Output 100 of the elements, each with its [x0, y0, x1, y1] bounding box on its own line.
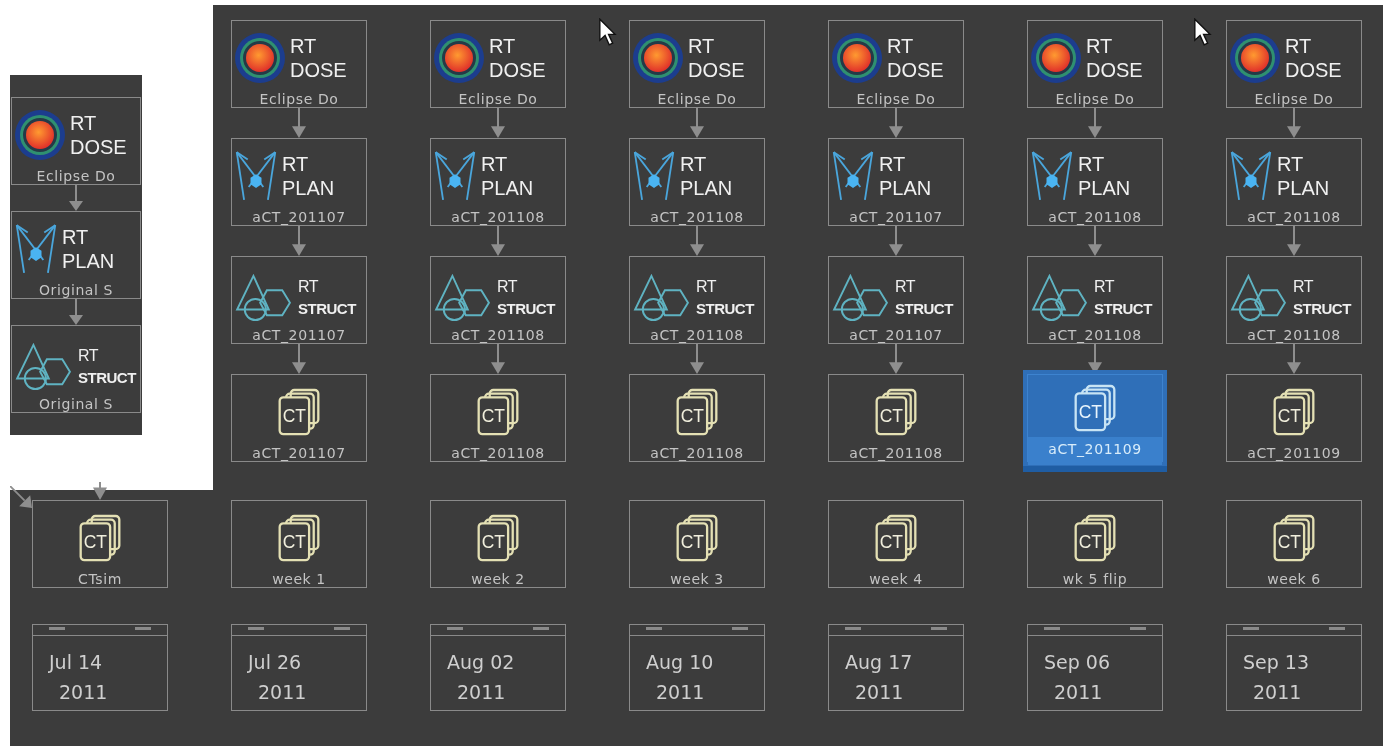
modality-label: RT — [879, 152, 907, 176]
image-node[interactable]: CT week 1 — [231, 500, 367, 588]
arrow-connector — [1088, 226, 1102, 256]
dose-node[interactable]: RT DOSE Eclipse Do — [11, 97, 141, 185]
image-node[interactable]: CT week 6 — [1226, 500, 1362, 588]
modality-label: RT — [290, 34, 318, 58]
shapes-icon — [1229, 273, 1289, 321]
arrow-connector — [1287, 344, 1301, 374]
modality-label: RT — [489, 34, 517, 58]
concentric-circles-icon — [632, 32, 684, 84]
structure-node[interactable]: RT STRUCT aCT_201107 — [828, 256, 964, 344]
arrow-connector — [491, 226, 505, 256]
arrow-connector — [69, 299, 83, 325]
plan-node[interactable]: RT PLAN Original S — [11, 211, 141, 299]
modality-label: DOSE — [887, 58, 944, 82]
dose-node[interactable]: RT DOSE Eclipse Do — [1027, 20, 1163, 108]
year-text: 2011 — [457, 680, 507, 704]
modality-label: STRUCT — [78, 368, 136, 388]
structure-node[interactable]: RT STRUCT aCT_201107 — [231, 256, 367, 344]
image-node[interactable]: CT aCT_201108 — [828, 374, 964, 462]
dose-node[interactable]: RT DOSE Eclipse Do — [1226, 20, 1362, 108]
concentric-circles-icon — [234, 32, 286, 84]
modality-label: RT — [1078, 152, 1106, 176]
arrow-connector — [690, 344, 704, 374]
modality-label: RT — [680, 152, 708, 176]
image-node[interactable]: CT wk 5 flip — [1027, 500, 1163, 588]
modality-label: PLAN — [1277, 176, 1330, 200]
modality-label: RT — [497, 277, 519, 297]
modality-label: STRUCT — [1094, 299, 1152, 319]
modality-label: DOSE — [688, 58, 745, 82]
structure-node[interactable]: RT STRUCT aCT_201108 — [1226, 256, 1362, 344]
date-text: Sep 13 — [1243, 650, 1311, 674]
plan-node[interactable]: RT PLAN aCT_201107 — [231, 138, 367, 226]
modality-label: RT — [298, 277, 320, 297]
dose-node[interactable]: RT DOSE Eclipse Do — [629, 20, 765, 108]
concentric-circles-icon — [14, 109, 66, 161]
arrow-connector — [491, 108, 505, 138]
arrow-connector — [292, 344, 306, 374]
modality-label: RT — [62, 225, 90, 249]
shapes-icon — [433, 273, 493, 321]
image-node[interactable]: CT aCT_201109 — [1226, 374, 1362, 462]
image-node[interactable]: CT week 4 — [828, 500, 964, 588]
arrow-connector — [889, 344, 903, 374]
beam-icon — [831, 149, 875, 203]
shapes-icon — [1030, 273, 1090, 321]
year-text: 2011 — [59, 680, 109, 704]
shapes-icon — [831, 273, 891, 321]
year-text: 2011 — [1253, 680, 1303, 704]
arrow-connector — [69, 185, 83, 211]
concentric-circles-icon — [831, 32, 883, 84]
beam-icon — [1030, 149, 1074, 203]
image-node[interactable]: CT CTsim — [32, 500, 168, 588]
modality-label: RT — [887, 34, 915, 58]
concentric-circles-icon — [1030, 32, 1082, 84]
structure-node[interactable]: RT STRUCT aCT_201108 — [430, 256, 566, 344]
plan-node[interactable]: RT PLAN aCT_201107 — [828, 138, 964, 226]
modality-label: RT — [1086, 34, 1114, 58]
concentric-circles-icon — [1229, 32, 1281, 84]
arrow-connector — [1287, 226, 1301, 256]
date-text: Jul 14 — [49, 650, 104, 674]
modality-label: PLAN — [680, 176, 733, 200]
image-node[interactable]: CT aCT_201108 — [430, 374, 566, 462]
image-node[interactable]: CT aCT_201108 — [629, 374, 765, 462]
beam-icon — [1229, 149, 1273, 203]
beam-icon — [14, 222, 58, 276]
image-node[interactable]: CT week 2 — [430, 500, 566, 588]
modality-label: PLAN — [481, 176, 534, 200]
modality-label: PLAN — [879, 176, 932, 200]
image-node[interactable]: CT aCT_201107 — [231, 374, 367, 462]
shapes-icon — [14, 342, 74, 390]
modality-label: RT — [282, 152, 310, 176]
modality-label: RT — [1094, 277, 1116, 297]
arrow-connector — [690, 226, 704, 256]
year-text: 2011 — [1054, 680, 1104, 704]
date-text: Jul 26 — [248, 650, 303, 674]
pointer-icon — [598, 18, 618, 46]
modality-label: RT — [481, 152, 509, 176]
arrow-connector — [1088, 108, 1102, 138]
plan-node[interactable]: RT PLAN aCT_201108 — [1027, 138, 1163, 226]
plan-node[interactable]: RT PLAN aCT_201108 — [430, 138, 566, 226]
modality-label: STRUCT — [497, 299, 555, 319]
plan-node[interactable]: RT PLAN aCT_201108 — [629, 138, 765, 226]
dose-node[interactable]: RT DOSE Eclipse Do — [828, 20, 964, 108]
structure-node[interactable]: RT STRUCT Original S — [11, 325, 141, 413]
modality-label: RT — [1277, 152, 1305, 176]
modality-label: STRUCT — [696, 299, 754, 319]
modality-label: DOSE — [290, 58, 347, 82]
modality-label: STRUCT — [1293, 299, 1351, 319]
modality-label: PLAN — [1078, 176, 1131, 200]
dose-node[interactable]: RT DOSE Eclipse Do — [231, 20, 367, 108]
image-node[interactable]: CT week 3 — [629, 500, 765, 588]
structure-node[interactable]: RT STRUCT aCT_201108 — [629, 256, 765, 344]
arrow-connector — [889, 226, 903, 256]
arrow-connector — [690, 108, 704, 138]
modality-label: RT — [895, 277, 917, 297]
structure-node[interactable]: RT STRUCT aCT_201108 — [1027, 256, 1163, 344]
dose-node[interactable]: RT DOSE Eclipse Do — [430, 20, 566, 108]
beam-icon — [433, 149, 477, 203]
modality-label: RT — [78, 346, 100, 366]
plan-node[interactable]: RT PLAN aCT_201108 — [1226, 138, 1362, 226]
